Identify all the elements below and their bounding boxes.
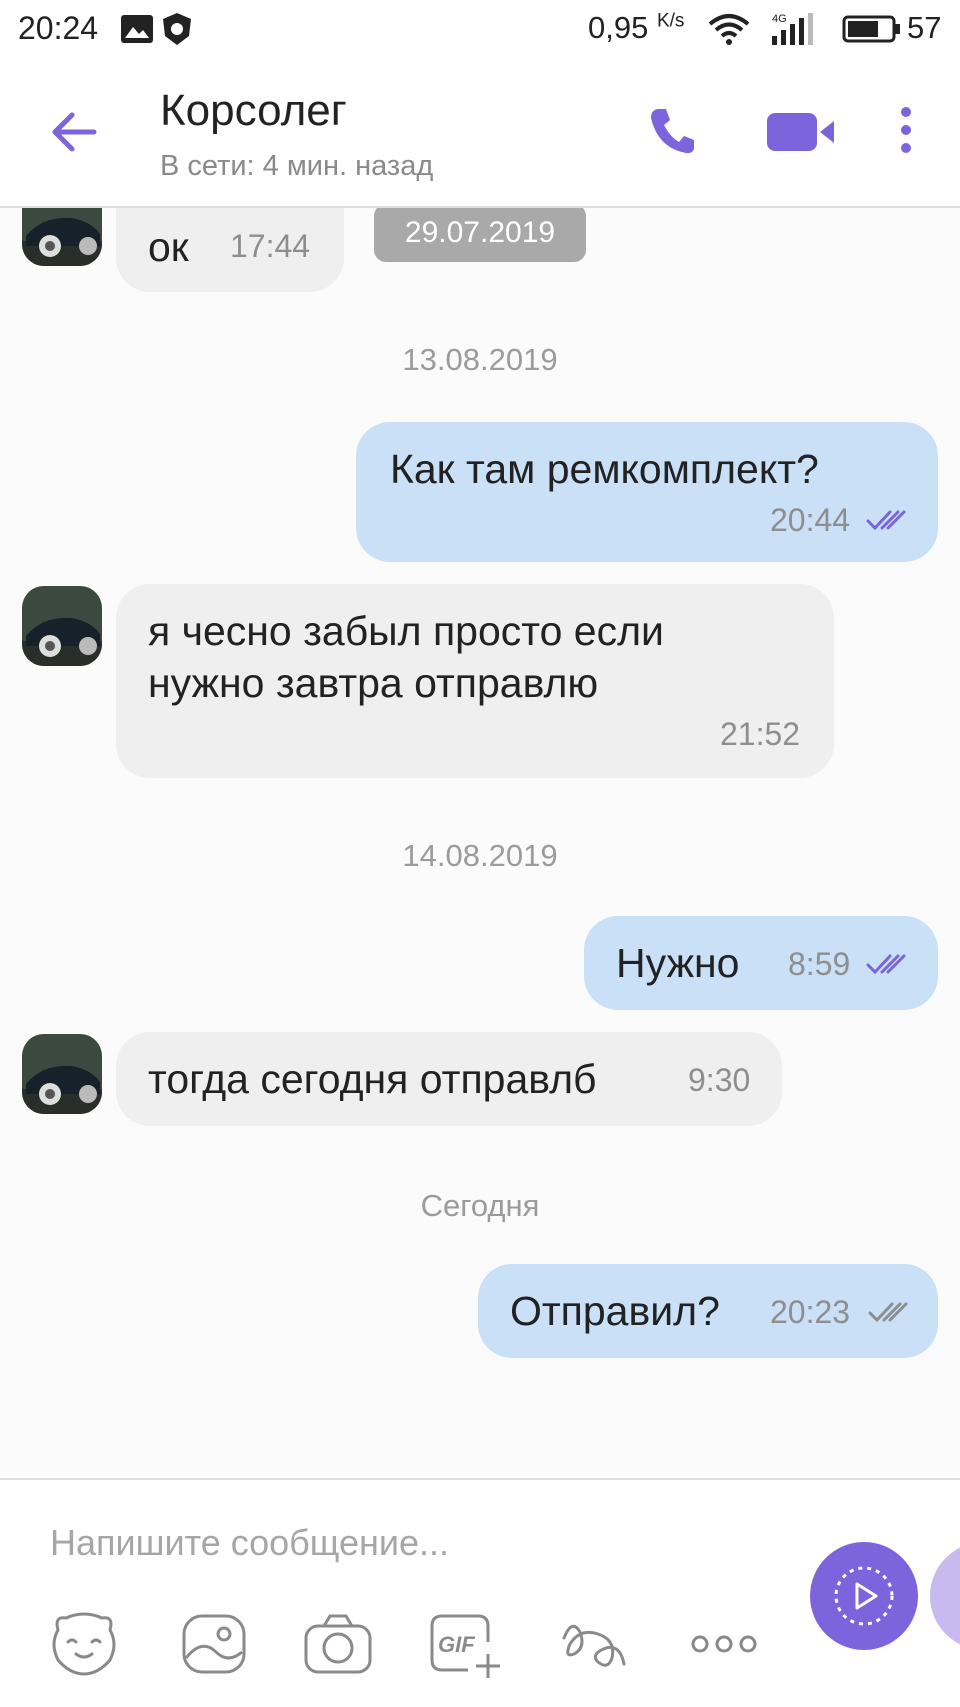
contact-status: В сети: 4 мин. назад (160, 150, 434, 182)
message-bubble-incoming[interactable]: я чесно забыл просто если нужно завтра о… (116, 584, 834, 778)
contact-avatar[interactable] (22, 586, 102, 666)
contact-name[interactable]: Корсолег (160, 86, 347, 136)
network-speed: 0,95 K/s (588, 10, 684, 46)
date-separator: Сегодня (420, 1188, 540, 1223)
message-time: 20:44 (770, 502, 851, 538)
network-speed-unit: K/s (656, 10, 685, 32)
message-bubble-outgoing[interactable]: Как там ремкомплект? 20:44 (356, 422, 938, 562)
message-time: 17:44 (230, 228, 311, 264)
message-bubble-outgoing[interactable]: Отправил? 20:23 (478, 1264, 938, 1358)
message-text: тогда сегодня отправлб (148, 1056, 597, 1102)
message-bubble-outgoing[interactable]: Нужно 8:59 (584, 916, 938, 1010)
status-bar: 20:24 0,95 K/s 4G 57 (0, 0, 960, 62)
network-type: 4G (772, 13, 787, 25)
message-text: Отправил? (510, 1288, 720, 1334)
back-arrow-icon[interactable] (48, 106, 100, 158)
video-message-icon (834, 1566, 894, 1626)
car-photo-icon (22, 586, 102, 666)
camera-icon[interactable] (302, 1608, 374, 1680)
message-text-line-1: я чесно забыл просто если (148, 608, 664, 654)
battery-icon (842, 15, 900, 43)
sticker-icon[interactable] (48, 1608, 120, 1680)
date-separator: 14.08.2019 (402, 838, 558, 873)
message-time: 9:30 (688, 1062, 751, 1098)
message-composer: Напишите сообщение... GIF (0, 1478, 960, 1707)
read-ticks-icon (866, 510, 906, 531)
message-list[interactable]: ок 17:44 29.07.2019 13.08.2019 Как там р… (0, 208, 960, 1478)
video-call-icon[interactable] (766, 112, 836, 152)
phone-icon[interactable] (648, 106, 696, 156)
more-horiz-icon[interactable] (688, 1608, 760, 1680)
contact-avatar[interactable] (22, 208, 102, 266)
chat-header: Корсолег В сети: 4 мин. назад (0, 62, 960, 208)
network-speed-value: 0,95 (588, 10, 649, 45)
doodle-icon[interactable] (558, 1608, 630, 1680)
svg-text:GIF: GIF (438, 1632, 475, 1657)
voice-message-button[interactable] (930, 1542, 960, 1650)
shield-notification-icon (163, 13, 191, 45)
message-input[interactable]: Напишите сообщение... (50, 1522, 449, 1564)
car-photo-icon (22, 1034, 102, 1114)
message-bubble-incoming[interactable]: ок 17:44 (116, 208, 344, 292)
message-text: ок (148, 224, 189, 270)
message-time: 8:59 (788, 946, 851, 982)
video-message-button[interactable] (810, 1542, 918, 1650)
message-time: 20:23 (770, 1294, 851, 1330)
car-photo-icon (22, 208, 102, 266)
message-bubble-incoming[interactable]: тогда сегодня отправлб 9:30 (116, 1032, 782, 1126)
date-separator: 13.08.2019 (402, 342, 558, 377)
floating-date-badge: 29.07.2019 (374, 208, 586, 262)
message-text: Нужно (616, 940, 740, 986)
message-text: Как там ремкомплект? (390, 446, 819, 492)
screen: 20:24 0,95 K/s 4G 57 Корсолег В сети: 4 … (0, 0, 960, 1707)
delivered-ticks-icon (868, 1302, 908, 1323)
battery-level: 57 (907, 10, 942, 45)
image-notification-icon (121, 15, 153, 43)
gif-icon[interactable]: GIF (428, 1608, 500, 1680)
status-time: 20:24 (18, 10, 99, 46)
message-time: 21:52 (720, 716, 801, 752)
read-ticks-icon (866, 954, 906, 975)
cellular-signal-icon: 4G (772, 13, 813, 45)
message-text-line-2: нужно завтра отправлю (148, 660, 599, 706)
wifi-icon (708, 14, 750, 45)
contact-avatar[interactable] (22, 1034, 102, 1114)
gallery-icon[interactable] (178, 1608, 250, 1680)
more-vert-icon[interactable] (896, 106, 916, 156)
